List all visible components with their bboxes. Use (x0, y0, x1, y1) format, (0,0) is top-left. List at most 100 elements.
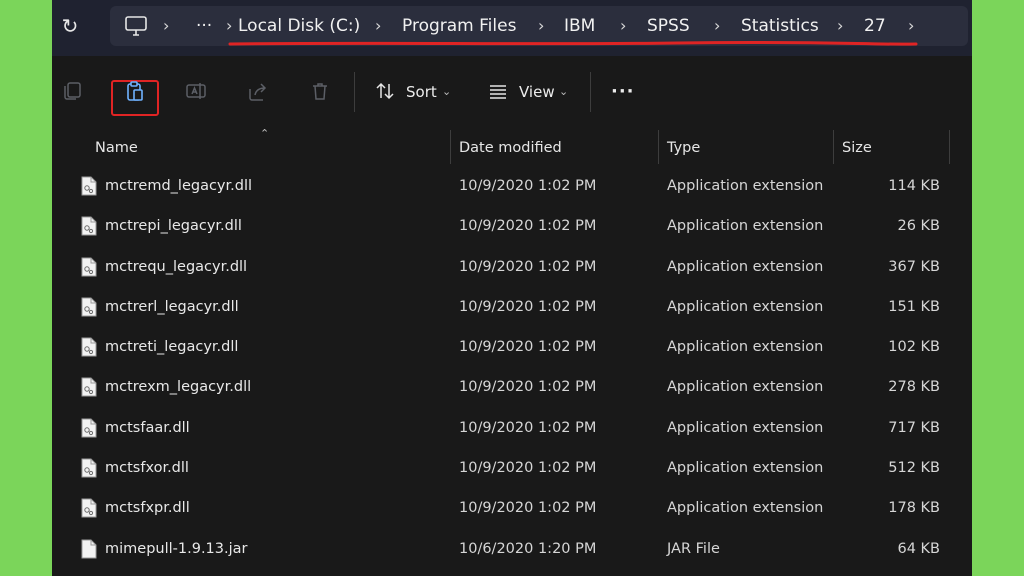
file-row[interactable]: mctrexm_legacyr.dll 10/9/2020 1:02 PM Ap… (52, 367, 972, 407)
file-type: Application extension (667, 218, 824, 235)
chevron-right-icon: › (375, 16, 382, 35)
file-date: 10/9/2020 1:02 PM (459, 379, 597, 396)
file-row[interactable]: mctrerl_legacyr.dll 10/9/2020 1:02 PM Ap… (52, 287, 972, 327)
file-date: 10/9/2020 1:02 PM (459, 500, 597, 517)
dll-file-icon (81, 377, 97, 397)
file-type: Application extension (667, 500, 824, 517)
file-date: 10/9/2020 1:02 PM (459, 460, 597, 477)
paste-icon (127, 81, 143, 101)
rename-button[interactable] (179, 74, 213, 108)
file-size: 64 KB (897, 540, 940, 557)
sort-ascending-icon: ⌃ (260, 127, 270, 140)
breadcrumb-item-statistics[interactable]: Statistics (741, 6, 819, 46)
chevron-right-icon: › (837, 16, 844, 35)
sort-label[interactable]: Sort (406, 78, 437, 106)
file-row[interactable]: mctsfxpr.dll 10/9/2020 1:02 PM Applicati… (52, 488, 972, 528)
file-name: mctrerl_legacyr.dll (105, 298, 239, 315)
column-divider[interactable] (658, 130, 659, 164)
file-row[interactable]: mctrepi_legacyr.dll 10/9/2020 1:02 PM Ap… (52, 206, 972, 246)
file-row[interactable]: mctsfxor.dll 10/9/2020 1:02 PM Applicati… (52, 448, 972, 488)
breadcrumb-item-spss[interactable]: SPSS (647, 6, 690, 46)
file-date: 10/6/2020 1:20 PM (459, 540, 597, 557)
chevron-right-icon[interactable]: › (908, 6, 914, 46)
dll-file-icon (81, 216, 97, 236)
sort-button[interactable] (368, 74, 402, 108)
file-row[interactable]: mctsfaar.dll 10/9/2020 1:02 PM Applicati… (52, 408, 972, 448)
breadcrumb-item-program-files[interactable]: Program Files (402, 6, 516, 46)
breadcrumb-item-27[interactable]: 27 (864, 6, 886, 46)
file-date: 10/9/2020 1:02 PM (459, 339, 597, 356)
file-type: Application extension (667, 419, 824, 436)
file-type: Application extension (667, 339, 824, 356)
column-header-row: ⌃ Name Date modified Type Size (52, 128, 972, 168)
file-size: 151 KB (888, 298, 940, 315)
breadcrumb-item-local-disk[interactable]: Local Disk (C:) (238, 6, 360, 46)
refresh-icon[interactable]: ↻ (58, 10, 82, 42)
breadcrumb-more[interactable]: ··· (196, 6, 212, 46)
file-name: mctreti_legacyr.dll (105, 339, 239, 356)
chevron-right-icon: › (714, 16, 721, 35)
file-type: Application extension (667, 460, 824, 477)
file-size: 114 KB (888, 178, 940, 194)
file-type: Application extension (667, 258, 824, 275)
file-name: mctrepi_legacyr.dll (105, 218, 242, 235)
chevron-down-icon[interactable]: ⌄ (559, 78, 568, 106)
dll-file-icon (81, 498, 97, 518)
column-header-type[interactable]: Type (667, 128, 700, 168)
file-size: 278 KB (888, 379, 940, 396)
copy-button[interactable] (55, 74, 89, 108)
file-row[interactable]: mctremd_legacyr.dll 10/9/2020 1:02 PM Ap… (52, 166, 972, 206)
trash-icon (313, 83, 327, 100)
column-divider[interactable] (450, 130, 451, 164)
file-date: 10/9/2020 1:02 PM (459, 218, 597, 235)
file-type: JAR File (667, 540, 720, 557)
jar-file-icon (81, 539, 97, 559)
file-type: Application extension (667, 178, 824, 194)
address-row: ↻ › ··· › Local Disk (C:) › Program File… (52, 0, 972, 56)
dll-file-icon (81, 458, 97, 478)
column-header-date-modified[interactable]: Date modified (459, 128, 562, 168)
file-date: 10/9/2020 1:02 PM (459, 178, 597, 194)
view-label[interactable]: View (519, 78, 555, 106)
file-name: mctsfxpr.dll (105, 500, 190, 517)
dll-file-icon (81, 176, 97, 196)
column-header-size[interactable]: Size (842, 128, 872, 168)
file-row[interactable]: mctrequ_legacyr.dll 10/9/2020 1:02 PM Ap… (52, 247, 972, 287)
chevron-down-icon[interactable]: ⌄ (442, 78, 451, 106)
breadcrumb[interactable]: › ··· › Local Disk (C:) › Program Files … (110, 6, 968, 46)
column-header-name[interactable]: Name (95, 128, 138, 168)
toolbar-divider (354, 72, 355, 112)
paste-button[interactable] (118, 74, 152, 108)
rename-icon (186, 83, 206, 99)
more-options-icon[interactable]: ··· (611, 78, 635, 106)
dll-file-icon (81, 297, 97, 317)
dll-file-icon (81, 257, 97, 277)
file-type: Application extension (667, 379, 824, 396)
file-date: 10/9/2020 1:02 PM (459, 419, 597, 436)
delete-button[interactable] (303, 74, 337, 108)
file-size: 367 KB (888, 258, 940, 275)
column-divider[interactable] (949, 130, 950, 164)
share-button[interactable] (241, 74, 275, 108)
view-button[interactable] (481, 74, 515, 108)
file-size: 178 KB (888, 500, 940, 517)
this-pc-icon[interactable] (124, 15, 148, 37)
view-list-icon (490, 85, 506, 99)
file-name: mctrequ_legacyr.dll (105, 258, 248, 275)
breadcrumb-item-ibm[interactable]: IBM (564, 6, 595, 46)
file-size: 26 KB (897, 218, 940, 235)
column-divider[interactable] (833, 130, 834, 164)
dll-file-icon (81, 418, 97, 438)
file-row[interactable]: mctreti_legacyr.dll 10/9/2020 1:02 PM Ap… (52, 327, 972, 367)
file-name: mctrexm_legacyr.dll (105, 379, 252, 396)
file-explorer-window: ↻ › ··· › Local Disk (C:) › Program File… (52, 0, 972, 576)
sort-icon (376, 82, 394, 100)
file-date: 10/9/2020 1:02 PM (459, 298, 597, 315)
file-row[interactable]: mimepull-1.9.13.jar 10/6/2020 1:20 PM JA… (52, 529, 972, 569)
file-date: 10/9/2020 1:02 PM (459, 258, 597, 275)
file-name: mctsfaar.dll (105, 419, 190, 436)
file-name: mimepull-1.9.13.jar (105, 540, 248, 557)
toolbar-divider (590, 72, 591, 112)
command-bar: Sort ⌄ View ⌄ ··· (52, 56, 972, 128)
chevron-right-icon: › (620, 16, 627, 35)
